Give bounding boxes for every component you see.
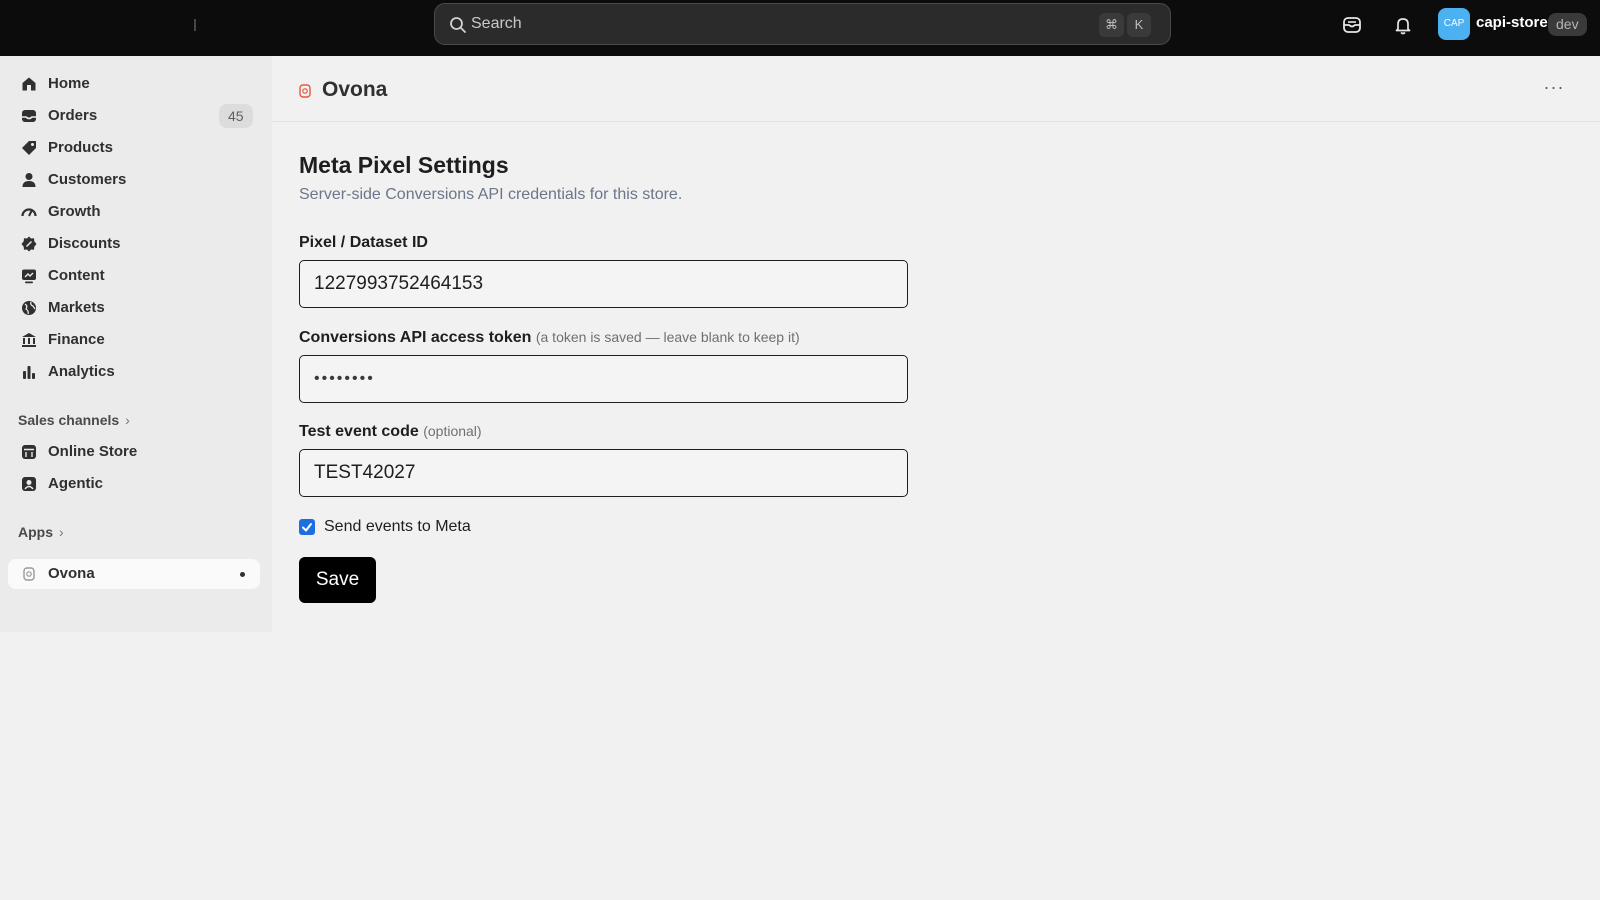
test-event-code-label: Test event code (optional): [299, 423, 482, 441]
sidebar-item-agentic[interactable]: Agentic: [8, 469, 260, 499]
sidebar-item-content[interactable]: Content: [8, 261, 260, 291]
pixel-id-input[interactable]: [299, 260, 908, 308]
sidebar-item-label: Ovona: [48, 565, 95, 582]
store-avatar[interactable]: CAP: [1438, 8, 1470, 40]
sidebar-item-orders[interactable]: Orders 45: [8, 101, 260, 131]
settings-subtitle: Server-side Conversions API credentials …: [299, 186, 683, 203]
chevron-right-icon: ›: [125, 412, 130, 428]
save-button[interactable]: Save: [299, 557, 376, 603]
discount-icon: [20, 235, 38, 253]
sales-channels-heading[interactable]: Sales channels ›: [18, 412, 130, 428]
ovona-app-icon: [299, 84, 311, 98]
sales-channels-label: Sales channels: [18, 412, 120, 428]
send-events-row[interactable]: Send events to Meta: [299, 518, 471, 536]
send-events-label: Send events to Meta: [324, 518, 471, 535]
sidebar-item-label: Content: [48, 267, 105, 284]
test-event-code-label-text: Test event code: [299, 423, 419, 440]
sidebar-item-markets[interactable]: Markets: [8, 293, 260, 323]
page-header: Ovona ···: [272, 56, 1600, 122]
bar-chart-icon: [20, 363, 38, 381]
content-icon: [20, 267, 38, 285]
active-indicator-dot: [240, 572, 245, 577]
search-icon: [449, 16, 467, 34]
sidebar-item-label: Finance: [48, 331, 105, 348]
sidebar-item-products[interactable]: Products: [8, 133, 260, 163]
sidebar: Home Orders 45 Products Customers Growth…: [0, 56, 272, 632]
shortcut-modifier-key: ⌘: [1099, 13, 1124, 37]
sidebar-item-discounts[interactable]: Discounts: [8, 229, 260, 259]
sidebar-item-label: Analytics: [48, 363, 115, 380]
bell-icon[interactable]: [1391, 13, 1415, 37]
agent-icon: [20, 475, 38, 493]
sidebar-item-finance[interactable]: Finance: [8, 325, 260, 355]
environment-badge: dev: [1548, 13, 1587, 36]
bank-icon: [20, 331, 38, 349]
page-title: Ovona: [322, 78, 388, 101]
sidebar-item-label: Home: [48, 75, 90, 92]
sidebar-item-label: Markets: [48, 299, 105, 316]
chevron-right-icon: ›: [59, 524, 64, 540]
access-token-input[interactable]: [299, 355, 908, 403]
meta-pixel-settings-form: Meta Pixel Settings Server-side Conversi…: [299, 152, 909, 603]
sidebar-item-label: Agentic: [48, 475, 104, 492]
search-placeholder: Search: [471, 15, 522, 32]
sidebar-item-label: Online Store: [48, 443, 138, 460]
ovona-app-icon: [20, 565, 38, 583]
test-event-code-hint: (optional): [423, 423, 482, 439]
gauge-icon: [20, 203, 38, 221]
orders-count-badge: 45: [219, 104, 253, 128]
sidebar-item-label: Customers: [48, 171, 127, 188]
apps-label: Apps: [18, 524, 53, 540]
inbox-icon[interactable]: [1340, 13, 1364, 37]
pixel-id-label: Pixel / Dataset ID: [299, 234, 428, 252]
settings-heading: Meta Pixel Settings: [299, 152, 509, 178]
access-token-hint: (a token is saved — leave blank to keep …: [535, 329, 800, 345]
sidebar-item-label: Growth: [48, 203, 101, 220]
top-bar: Search ⌘ K CAP capi-store dev: [0, 0, 1600, 56]
logo-icon[interactable]: [192, 16, 198, 34]
more-actions-button[interactable]: ···: [1540, 78, 1568, 100]
globe-icon: [20, 299, 38, 317]
sidebar-item-customers[interactable]: Customers: [8, 165, 260, 195]
sidebar-item-analytics[interactable]: Analytics: [8, 357, 260, 387]
sidebar-item-label: Orders: [48, 107, 98, 124]
store-name[interactable]: capi-store: [1476, 14, 1548, 31]
sidebar-item-home[interactable]: Home: [8, 69, 260, 99]
access-token-label: Conversions API access token (a token is…: [299, 329, 800, 347]
sidebar-item-label: Discounts: [48, 235, 121, 252]
pixel-id-label-text: Pixel / Dataset ID: [299, 234, 428, 251]
send-events-checkbox[interactable]: [299, 519, 315, 535]
sidebar-item-ovona[interactable]: Ovona: [8, 559, 260, 589]
sidebar-item-growth[interactable]: Growth: [8, 197, 260, 227]
access-token-label-text: Conversions API access token: [299, 329, 532, 346]
tag-icon: [20, 139, 38, 157]
shortcut-k-key: K: [1127, 13, 1151, 37]
test-event-code-input[interactable]: [299, 449, 908, 497]
person-icon: [20, 171, 38, 189]
apps-heading[interactable]: Apps ›: [18, 524, 64, 540]
home-icon: [20, 75, 38, 93]
storefront-icon: [20, 443, 38, 461]
sidebar-item-online-store[interactable]: Online Store: [8, 437, 260, 467]
search-bar[interactable]: Search ⌘ K: [434, 3, 1171, 45]
orders-icon: [20, 107, 38, 125]
sidebar-item-label: Products: [48, 139, 114, 156]
